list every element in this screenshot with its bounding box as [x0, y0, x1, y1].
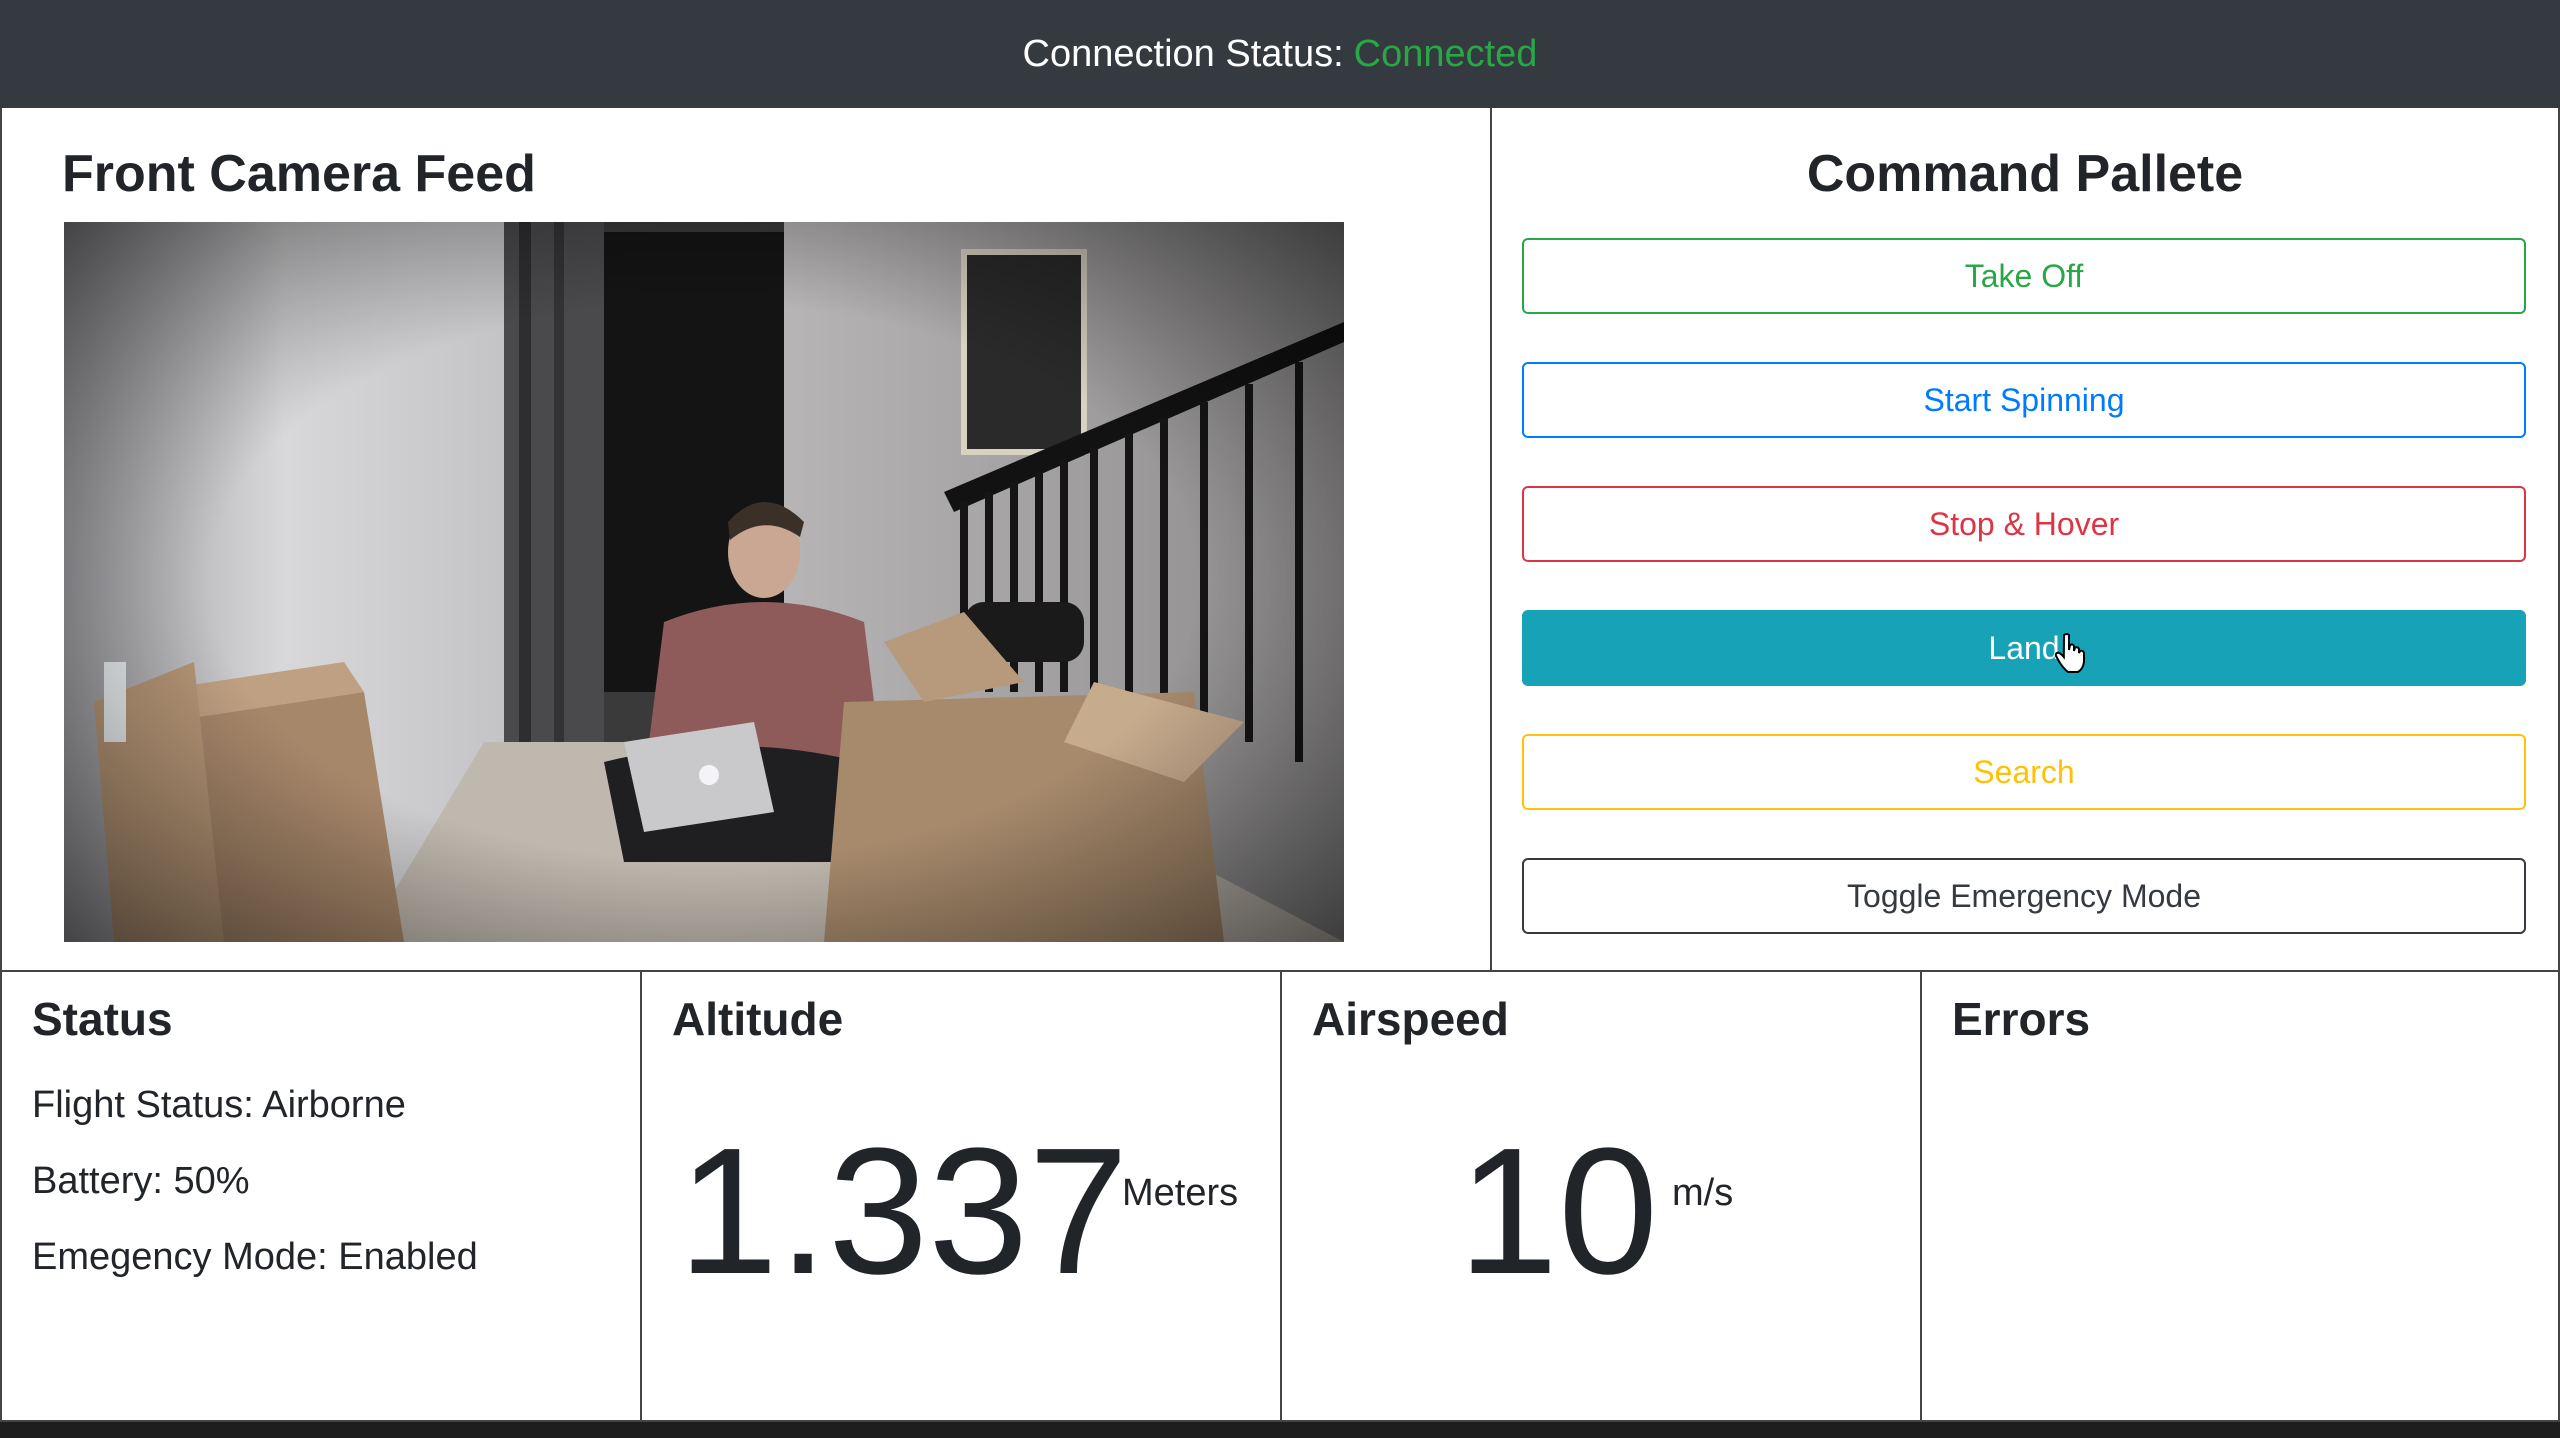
- battery-text: Battery: 50%: [32, 1160, 250, 1202]
- status-card: Status Flight Status: Airborne Battery: …: [0, 972, 640, 1420]
- altitude-unit: Meters: [1122, 1172, 1239, 1214]
- start-spinning-button[interactable]: Start Spinning: [1522, 362, 2526, 438]
- search-button[interactable]: Search: [1522, 734, 2526, 810]
- bottom-strip: [0, 1422, 2560, 1438]
- connection-status-bar: Connection Status: Connected: [0, 0, 2560, 108]
- command-panel-title: Command Pallete: [1806, 145, 2244, 203]
- altitude-value: 1.337: [678, 1111, 1129, 1312]
- telemetry-row: Status Flight Status: Airborne Battery: …: [0, 970, 2560, 1422]
- status-title: Status: [32, 993, 173, 1045]
- altitude-title: Altitude: [672, 993, 844, 1045]
- land-button[interactable]: Land: [1522, 610, 2526, 686]
- emergency-mode-text: Emegency Mode: Enabled: [32, 1236, 478, 1278]
- hand-cursor-icon: [2054, 633, 2085, 673]
- airspeed-value: 10: [1458, 1111, 1659, 1312]
- camera-panel: Front Camera Feed: [0, 108, 1492, 970]
- flight-status-text: Flight Status: Airborne: [32, 1084, 406, 1126]
- altitude-card: Altitude 1.337 Meters: [640, 972, 1280, 1420]
- connection-status-value: Connected: [1353, 32, 1538, 75]
- stop-hover-button[interactable]: Stop & Hover: [1522, 486, 2526, 562]
- connection-status-label: Connection Status:: [1022, 32, 1344, 75]
- errors-card: Errors: [1920, 972, 2560, 1420]
- camera-title: Front Camera Feed: [62, 145, 536, 203]
- command-panel: Command Pallete Take Off Start Spinning …: [1492, 108, 2560, 970]
- take-off-button[interactable]: Take Off: [1522, 238, 2526, 314]
- airspeed-unit: m/s: [1672, 1172, 1734, 1214]
- airspeed-card: Airspeed 10 m/s: [1280, 972, 1920, 1420]
- camera-feed-image: [64, 222, 1344, 942]
- errors-title: Errors: [1952, 993, 2091, 1045]
- toggle-emergency-mode-button[interactable]: Toggle Emergency Mode: [1522, 858, 2526, 934]
- airspeed-title: Airspeed: [1312, 993, 1509, 1045]
